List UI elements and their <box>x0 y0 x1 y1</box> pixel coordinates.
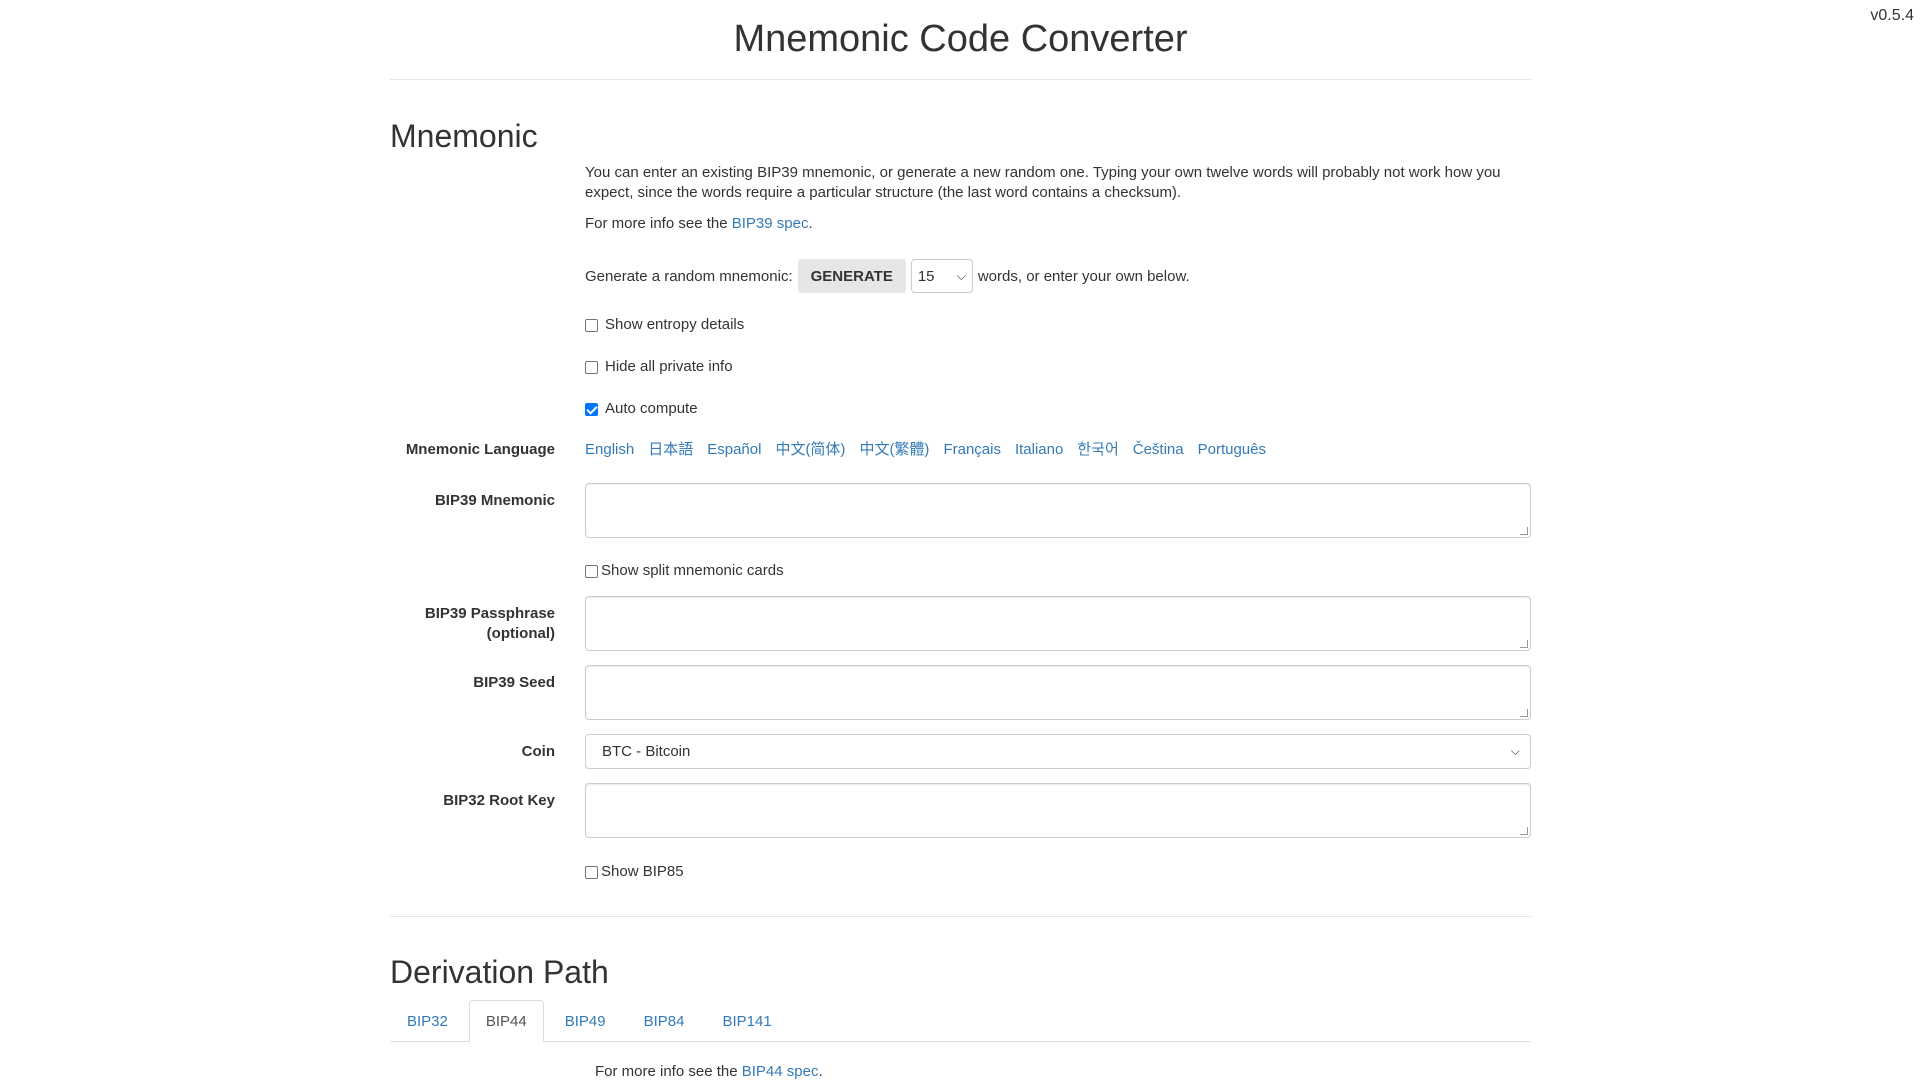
bip44-info-suffix: . <box>818 1063 823 1080</box>
language-italian[interactable]: Italiano <box>1015 440 1063 460</box>
word-count-value: 15 <box>917 267 935 285</box>
auto-compute-checkbox[interactable] <box>585 402 598 416</box>
language-czech[interactable]: Čeština <box>1133 440 1184 460</box>
bip39-mnemonic-wrap <box>585 483 1531 538</box>
root-key-wrap <box>585 783 1531 838</box>
show-entropy-option: Show entropy details <box>585 315 1531 335</box>
bip44-info-prefix: For more info see the <box>595 1063 742 1080</box>
tab-bip49[interactable]: BIP49 <box>548 1000 623 1042</box>
passphrase-label-line1: BIP39 Passphrase <box>424 605 555 622</box>
bip39-spec-link[interactable]: BIP39 spec <box>732 215 809 232</box>
bip39-mnemonic-label: BIP39 Mnemonic <box>434 492 555 509</box>
derivation-tabs: BIP32 BIP44 BIP49 BIP84 BIP141 <box>390 1000 1531 1043</box>
language-french[interactable]: Français <box>943 440 1001 460</box>
bip39-mnemonic-input[interactable] <box>585 483 1531 538</box>
chevron-down-icon: ⌵ <box>956 268 966 283</box>
word-count-select[interactable]: 15 ⌵ <box>910 259 973 293</box>
tab-bip141[interactable]: BIP141 <box>706 1000 789 1042</box>
coin-label: Coin <box>521 743 555 760</box>
split-cards-option: Show split mnemonic cards <box>585 561 1531 581</box>
passphrase-input[interactable] <box>585 596 1531 651</box>
derivation-section-title: Derivation Path <box>390 954 609 990</box>
more-info-text: For more info see the BIP39 spec. <box>585 214 1531 234</box>
root-key-label: BIP32 Root Key <box>443 792 555 809</box>
language-korean[interactable]: 한국어 <box>1077 440 1118 460</box>
split-cards-checkbox[interactable] <box>585 564 598 578</box>
coin-wrap: BTC - Bitcoin ⌵ <box>585 734 1531 769</box>
split-cards-label: Show split mnemonic cards <box>601 562 784 579</box>
show-bip85-checkbox[interactable] <box>585 865 598 879</box>
passphrase-wrap <box>585 596 1531 651</box>
hide-private-label: Hide all private info <box>605 358 733 375</box>
passphrase-label-line2: (optional) <box>486 625 555 642</box>
language-portuguese[interactable]: Português <box>1198 440 1266 460</box>
version-label: v0.5.4 <box>1870 7 1914 24</box>
more-info-suffix: . <box>808 215 813 232</box>
page-title: Mnemonic Code Converter <box>390 0 1531 80</box>
language-list: English 日本語 Español 中文(简体) 中文(繁體) França… <box>585 440 1531 460</box>
tab-bip44[interactable]: BIP44 <box>468 1000 544 1043</box>
language-label: Mnemonic Language <box>405 441 555 458</box>
language-japanese[interactable]: 日本語 <box>648 440 693 460</box>
show-entropy-checkbox[interactable] <box>585 318 598 332</box>
language-spanish[interactable]: Español <box>707 440 761 460</box>
language-chinese-simplified[interactable]: 中文(简体) <box>775 440 845 460</box>
coin-select[interactable]: BTC - Bitcoin ⌵ <box>585 734 1531 769</box>
section-divider <box>390 916 1531 917</box>
tab-bip84[interactable]: BIP84 <box>627 1000 702 1042</box>
hide-private-option: Hide all private info <box>585 357 1531 377</box>
mnemonic-section-title: Mnemonic <box>390 118 538 154</box>
seed-label: BIP39 Seed <box>473 674 555 691</box>
tab-bip32[interactable]: BIP32 <box>390 1000 465 1042</box>
generate-button[interactable]: GENERATE <box>797 259 906 293</box>
root-key-output[interactable] <box>585 783 1531 838</box>
bip44-info-text: For more info see the BIP44 spec. <box>595 1062 823 1082</box>
passphrase-label: BIP39 Passphrase (optional) <box>390 604 555 644</box>
language-english[interactable]: English <box>585 440 634 460</box>
seed-wrap <box>585 665 1531 720</box>
auto-compute-label: Auto compute <box>605 400 698 417</box>
seed-output[interactable] <box>585 665 1531 720</box>
generate-suffix: words, or enter your own below. <box>977 267 1190 285</box>
language-chinese-traditional[interactable]: 中文(繁體) <box>859 440 929 460</box>
intro-text: You can enter an existing BIP39 mnemonic… <box>585 164 1501 201</box>
hide-private-checkbox[interactable] <box>585 360 598 374</box>
show-entropy-label: Show entropy details <box>605 316 745 333</box>
generate-prefix: Generate a random mnemonic: <box>585 267 793 285</box>
show-bip85-label: Show BIP85 <box>601 863 684 880</box>
coin-select-value: BTC - Bitcoin <box>602 743 691 760</box>
generate-line: Generate a random mnemonic: GENERATE 15 … <box>585 259 1531 293</box>
chevron-down-icon: ⌵ <box>1510 744 1520 758</box>
show-bip85-option: Show BIP85 <box>585 862 1531 882</box>
bip44-spec-link[interactable]: BIP44 spec <box>742 1063 819 1080</box>
main-container: Mnemonic Code Converter Mnemonic You can… <box>390 0 1531 1080</box>
auto-compute-option: Auto compute <box>585 399 1531 419</box>
more-info-prefix: For more info see the <box>585 215 732 232</box>
